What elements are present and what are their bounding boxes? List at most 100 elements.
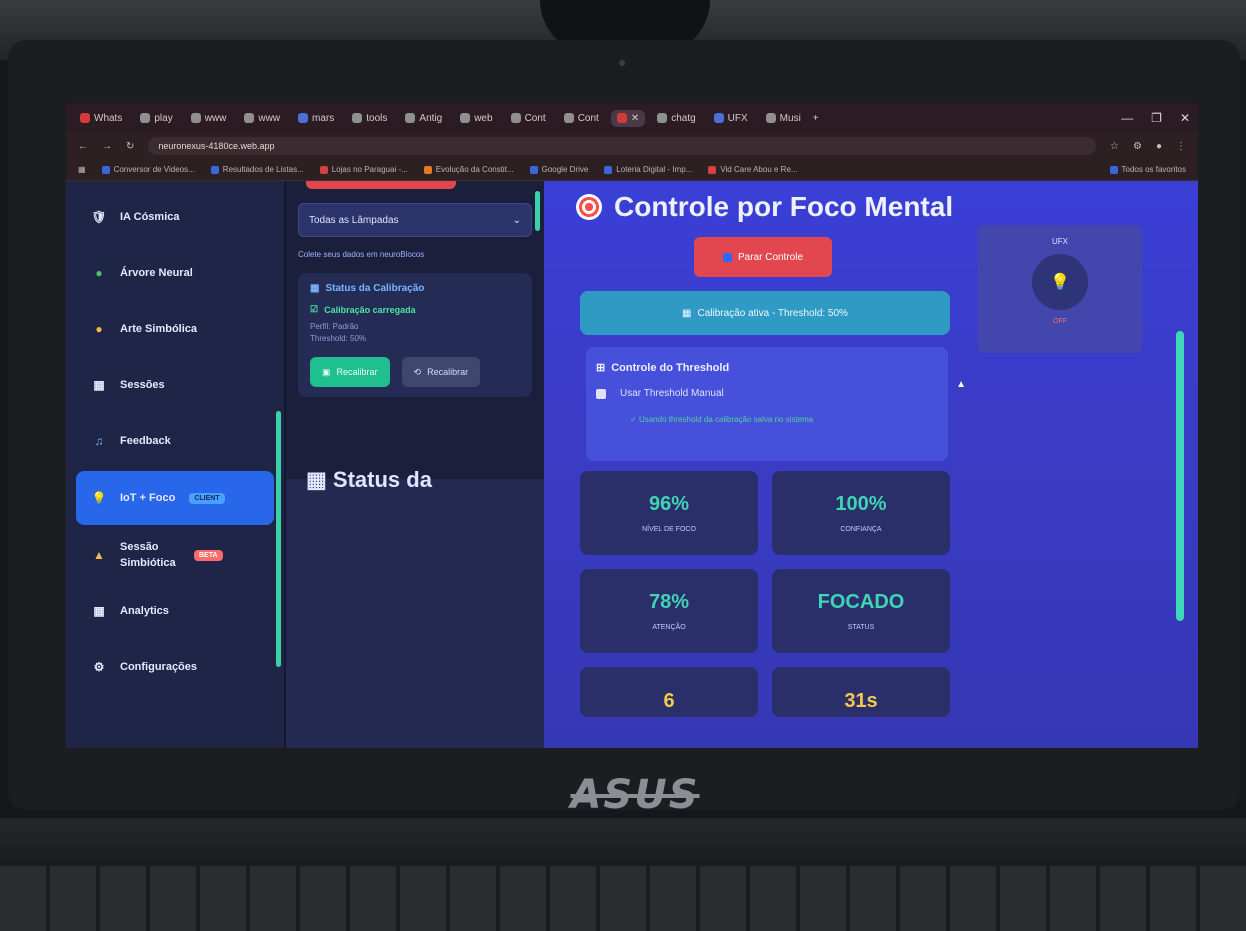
- bookmark-favicon-icon: [101, 165, 110, 174]
- manual-threshold-toggle[interactable]: Usar Threshold Manual: [596, 388, 938, 399]
- gear-icon: ⚙: [93, 660, 105, 674]
- browser-tab[interactable]: www: [185, 110, 233, 127]
- tab-favicon-icon: [510, 113, 521, 123]
- lamp-select[interactable]: Todas as Lâmpadas ⌄: [298, 203, 532, 237]
- threshold-control-card: ⊞ Controle do Threshold Usar Threshold Ma…: [586, 347, 948, 461]
- browser-tab[interactable]: Musi: [760, 110, 807, 127]
- browser-tab[interactable]: tools: [346, 110, 393, 127]
- recalibrate-button[interactable]: ▣ Recalibrar: [310, 357, 390, 387]
- panel-scrollbar[interactable]: [535, 191, 540, 231]
- bookmark-item[interactable]: Vid Care Abou e Re...: [708, 165, 798, 174]
- back-icon[interactable]: ←: [78, 141, 88, 152]
- webcam-icon: [619, 60, 625, 66]
- metric-card: FOCADO STATUS: [772, 569, 950, 653]
- bookmark-favicon-icon: [210, 165, 219, 174]
- metric-value: 31s: [844, 690, 878, 712]
- close-window-icon[interactable]: ✕: [1180, 111, 1190, 125]
- drop-icon: ▲: [93, 548, 105, 562]
- chevron-down-icon: ⌄: [512, 214, 521, 226]
- chart-icon: ▦: [306, 467, 333, 492]
- sidebar-item-iot-foco[interactable]: 💡 IoT + Foco CLIENT: [76, 471, 274, 525]
- refresh-icon: ▣: [322, 366, 331, 377]
- browser-tab-active[interactable]: ✕: [610, 109, 646, 127]
- browser-tab[interactable]: Cont: [505, 110, 552, 127]
- browser-tab[interactable]: mars: [292, 110, 340, 127]
- bookmark-item[interactable]: Loteria Digital - Imp...: [604, 165, 692, 174]
- chart-icon: ▦: [93, 604, 105, 618]
- profile-avatar-icon[interactable]: ●: [1156, 141, 1162, 152]
- bookmark-item[interactable]: Google Drive: [529, 165, 588, 174]
- star-icon[interactable]: ☆: [1110, 141, 1119, 152]
- metric-label: ATENÇÃO: [652, 624, 686, 631]
- metric-label: STATUS: [847, 624, 875, 631]
- chart-icon: ▦: [310, 283, 320, 294]
- palette-icon: ●: [95, 322, 103, 336]
- sidebar-item-sessao-simbiotica[interactable]: ▲ Sessão Simbiótica BETA: [76, 527, 274, 583]
- new-tab-icon[interactable]: +: [813, 113, 819, 124]
- target-icon: [576, 194, 602, 220]
- panel-lower-area: [286, 479, 544, 748]
- device-panel: Todas as Lâmpadas ⌄ Colete seus dados em …: [286, 181, 544, 748]
- calibration-banner: ▦ Calibração ativa - Threshold: 50%: [580, 291, 950, 335]
- grid-icon: ⊞: [596, 362, 606, 374]
- panel-top-button[interactable]: [306, 181, 456, 189]
- bookmark-item[interactable]: Lojas no Paraguai -...: [319, 165, 408, 174]
- sidebar-item-arvore-neural[interactable]: ● Árvore Neural: [76, 245, 274, 301]
- browser-tab[interactable]: UFX: [708, 110, 754, 127]
- apps-grid-icon[interactable]: ▦: [78, 165, 86, 174]
- metric-card: 31s: [772, 667, 950, 717]
- bookmark-favicon-icon: [319, 165, 328, 174]
- bookmark-item[interactable]: Resultados de Listas...: [210, 165, 304, 174]
- bookmark-item[interactable]: Evolução da Constit...: [423, 165, 514, 174]
- metric-card: 100% CONFIANÇA: [772, 471, 950, 555]
- close-icon[interactable]: ✕: [631, 113, 639, 124]
- browser-tab[interactable]: Antig: [399, 110, 448, 127]
- restore-icon[interactable]: ❐: [1151, 111, 1162, 125]
- address-bar[interactable]: neuronexus-4180ce.web.app: [148, 137, 1097, 155]
- forward-icon[interactable]: →: [102, 141, 112, 152]
- sidebar-item-configuracoes[interactable]: ⚙ Configurações: [76, 639, 274, 695]
- status-badge: BETA: [194, 549, 223, 561]
- tab-favicon-icon: [352, 113, 363, 123]
- bulb-icon: 💡: [1032, 254, 1088, 310]
- browser-tab[interactable]: play: [134, 110, 178, 127]
- sidebar: 🛡 IA Cósmica ● Árvore Neural ● Arte Simbóli…: [66, 181, 286, 748]
- browser-tab[interactable]: chatg: [651, 110, 701, 127]
- tab-favicon-icon: [190, 113, 201, 123]
- app-root: 🛡 IA Cósmica ● Árvore Neural ● Arte Simbóli…: [66, 181, 1198, 748]
- main-scrollbar[interactable]: [1176, 331, 1184, 621]
- bookmark-item[interactable]: Conversor de Videos...: [101, 165, 195, 174]
- tab-favicon-icon: [460, 113, 471, 123]
- browser-tab[interactable]: Cont: [558, 110, 605, 127]
- ufx-device-card[interactable]: UFX 💡 OFF: [978, 225, 1142, 353]
- tab-favicon-icon: [244, 113, 255, 123]
- stop-control-button[interactable]: Parar Controle: [694, 237, 832, 277]
- menu-icon[interactable]: ⋮: [1176, 141, 1186, 152]
- checkbox[interactable]: [596, 388, 606, 399]
- browser-tab[interactable]: www: [238, 110, 286, 127]
- reset-button[interactable]: ⟲ Recalibrar: [401, 357, 481, 387]
- sidebar-item-ia-cosmica[interactable]: 🛡 IA Cósmica: [76, 189, 274, 245]
- extensions-icon[interactable]: ⚙: [1133, 141, 1142, 152]
- sidebar-item-arte-simbolica[interactable]: ● Arte Simbólica: [76, 301, 274, 357]
- sidebar-item-sessoes[interactable]: ▦ Sessões: [76, 357, 274, 413]
- sidebar-item-analytics[interactable]: ▦ Analytics: [76, 583, 274, 639]
- metric-value: 96%: [648, 493, 690, 515]
- sidebar-item-feedback[interactable]: ♫ Feedback: [76, 413, 274, 469]
- sidebar-scrollbar[interactable]: [276, 411, 281, 667]
- all-bookmarks[interactable]: Todos os favoritos: [1109, 165, 1186, 174]
- reload-icon[interactable]: ↻: [126, 141, 134, 152]
- check-icon: ✓: [630, 415, 639, 424]
- threshold-note: ✓ Usando threshold da calibração salva n…: [630, 415, 814, 424]
- minimize-icon[interactable]: —: [1121, 111, 1133, 125]
- bookmark-favicon-icon: [708, 165, 717, 174]
- browser-tab[interactable]: Whats: [74, 110, 128, 127]
- metrics-grid: 96% NÍVEL DE FOCO 100% CONFIANÇA 78% ATENÇÃ…: [580, 471, 958, 717]
- focus-control-main: Controle por Foco Mental Parar Controle …: [544, 181, 1198, 748]
- metric-value: 100%: [835, 493, 887, 515]
- page-title: Controle por Foco Mental: [576, 191, 953, 223]
- laptop-keyboard: [0, 866, 1246, 931]
- bookmark-favicon-icon: [604, 165, 613, 174]
- browser-toolbar: ← → ↻ neuronexus-4180ce.web.app ☆ ⚙ ● ⋮: [66, 133, 1198, 159]
- browser-tab[interactable]: web: [454, 110, 498, 127]
